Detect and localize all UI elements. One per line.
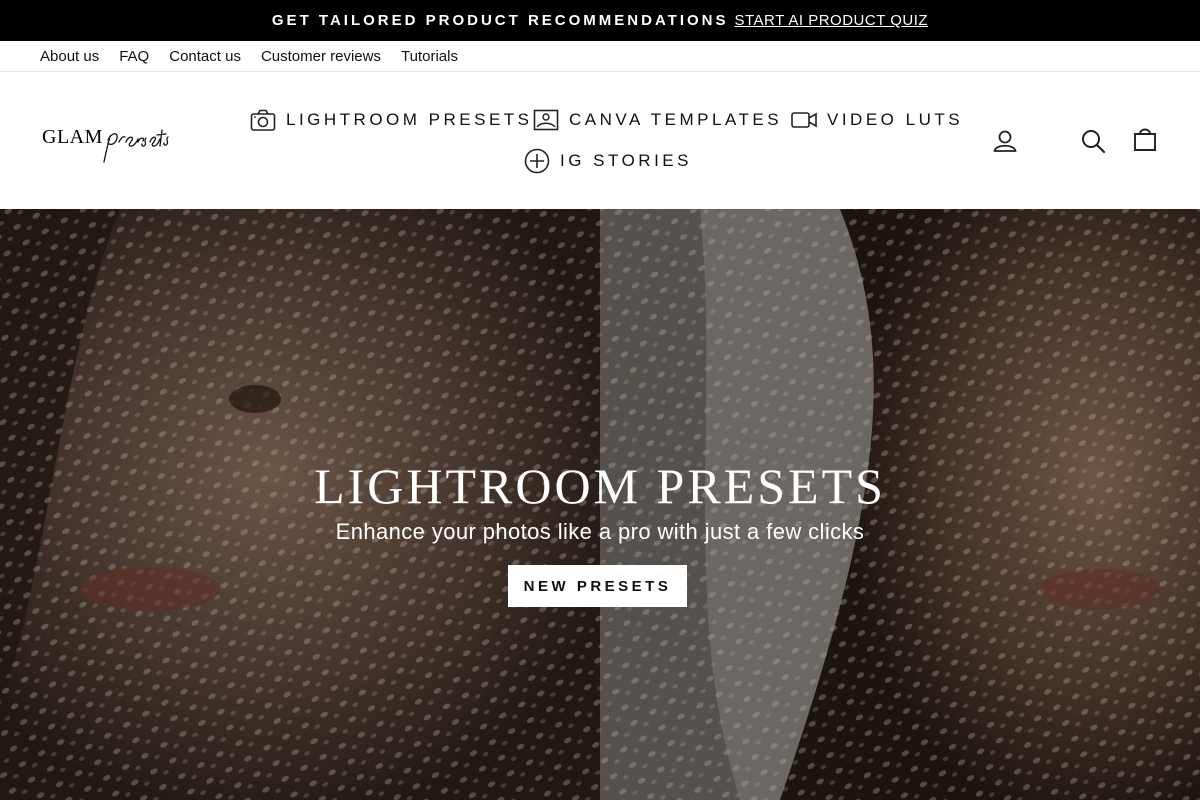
camera-icon — [250, 107, 276, 133]
nav-canva-templates[interactable]: CANVA TEMPLATES — [533, 107, 782, 133]
utility-link-contact[interactable]: Contact us — [169, 48, 241, 65]
utility-link-tutorials[interactable]: Tutorials — [401, 48, 458, 65]
ai-quiz-link[interactable]: START AI PRODUCT QUIZ — [735, 12, 929, 29]
hero-subtitle: Enhance your photos like a pro with just… — [335, 519, 865, 544]
site-header: GLAM LIGHTROOM PRESETS CANVA TEMPLATES V… — [0, 72, 1200, 209]
nav-label: VIDEO LUTS — [827, 110, 964, 129]
nav-lightroom-presets[interactable]: LIGHTROOM PRESETS — [250, 107, 533, 133]
nav-ig-stories[interactable]: IG STORIES — [524, 148, 692, 174]
new-presets-button[interactable]: NEW PRESETS — [508, 565, 687, 607]
site-logo[interactable]: GLAM — [40, 112, 200, 172]
nav-video-luts[interactable]: VIDEO LUTS — [791, 107, 963, 133]
utility-link-reviews[interactable]: Customer reviews — [261, 48, 381, 65]
logo-glam: GLAM — [42, 126, 103, 148]
video-camera-icon — [791, 107, 817, 133]
hero-title: LIGHTROOM PRESETS — [314, 458, 886, 514]
account-icon[interactable] — [992, 128, 1020, 156]
nav-label: CANVA TEMPLATES — [569, 110, 783, 129]
logo-presets-script — [103, 129, 169, 163]
utility-nav: About us FAQ Contact us Customer reviews… — [0, 41, 1200, 72]
cart-icon[interactable] — [1132, 126, 1160, 154]
plus-circle-icon — [524, 148, 550, 174]
utility-link-faq[interactable]: FAQ — [119, 48, 149, 65]
hero-banner: LIGHTROOM PRESETS Enhance your photos li… — [0, 209, 1200, 800]
announcement-bar: GET TAILORED PRODUCT RECOMMENDATIONS STA… — [0, 0, 1200, 41]
utility-link-about[interactable]: About us — [40, 48, 99, 65]
search-icon[interactable] — [1080, 128, 1108, 156]
nav-label: LIGHTROOM PRESETS — [286, 110, 533, 129]
image-icon — [533, 107, 559, 133]
nav-label: IG STORIES — [560, 151, 692, 170]
announcement-text: GET TAILORED PRODUCT RECOMMENDATIONS — [271, 12, 729, 29]
